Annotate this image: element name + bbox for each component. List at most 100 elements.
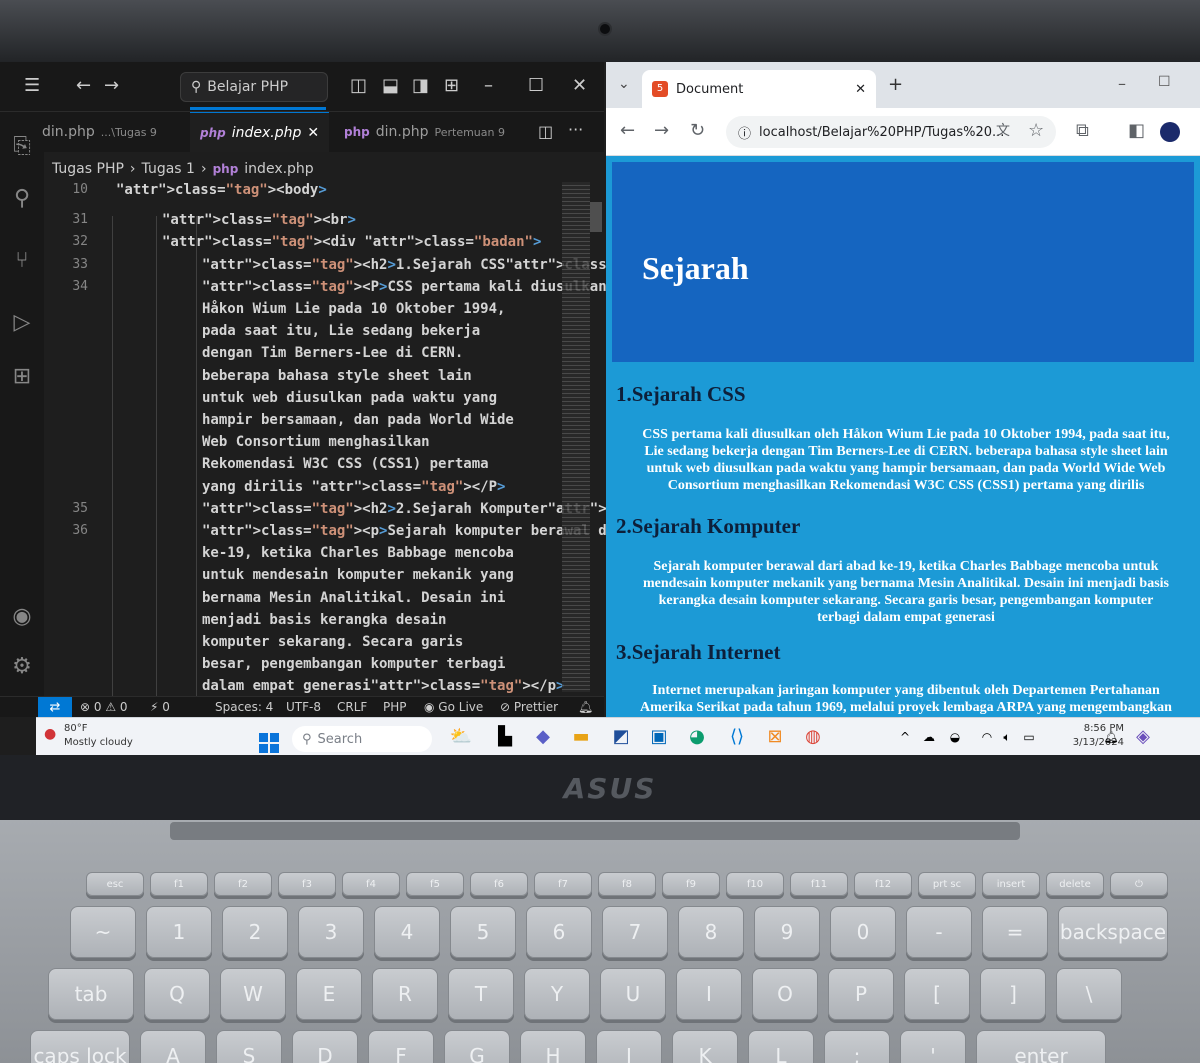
file-explorer-icon[interactable]: ▬ [568,726,594,748]
tray-app-icon[interactable]: ☁ [916,726,942,748]
line-number: 36 [72,523,88,538]
toggle-sidebar-icon[interactable]: ◫ [350,76,367,96]
prettier-button[interactable]: ⊘ Prettier [500,700,558,714]
prettier-check-icon: ⊘ [500,700,514,714]
new-tab-icon[interactable]: + [888,74,903,95]
xampp-icon[interactable]: ⊠ [762,726,788,748]
tray-app-icon[interactable]: ◒ [942,726,968,748]
minimize-icon[interactable]: – [484,76,493,96]
browser-tab-document[interactable]: 5 Document ✕ [642,70,876,108]
run-debug-icon[interactable]: ▷ [4,308,40,338]
split-editor-icon[interactable]: ◫ [538,122,553,141]
code-line: "attr">class="tag"><div "attr">class="ba… [162,234,542,251]
vscode-taskbar-icon[interactable]: ⟨⟩ [724,726,750,748]
menu-icon[interactable]: ☰ [24,76,40,96]
forward-arrow-icon[interactable]: → [104,76,119,96]
weather-widget[interactable]: 80°F Mostly cloudy [64,722,133,750]
tray-chevron-icon[interactable]: ^ [892,726,918,748]
line-number: 35 [72,500,88,516]
toggle-panel-icon[interactable]: ⬓ [382,76,399,96]
tab-hint: ...\Tugas 9 [100,125,157,139]
chrome-icon[interactable]: ◍ [800,726,826,748]
side-panel-icon[interactable]: ◧ [1128,120,1145,142]
translate-icon[interactable]: 文 [996,120,1010,142]
code-line: Håkon Wium Lie pada 10 Oktober 1994, [202,301,506,317]
webcam [598,22,612,36]
keyboard-key: [ [904,968,970,1020]
minimap[interactable] [562,182,590,692]
encoding-indicator[interactable]: UTF-8 [286,700,321,714]
keyboard-key: delete [1046,872,1104,896]
breadcrumb-item[interactable]: Tugas 1 [142,161,195,177]
start-button[interactable] [256,726,282,753]
keyboard-key: - [906,906,972,958]
go-live-button[interactable]: ◉ Go Live [424,700,483,714]
app-icon[interactable]: ◩ [608,726,634,748]
weather-icon[interactable]: ● [44,726,56,742]
battery-icon[interactable]: ▭ [1016,726,1042,748]
language-mode[interactable]: PHP [383,700,407,714]
editor-scrollbar[interactable] [590,202,602,232]
settings-gear-icon[interactable]: ⚙ [4,652,40,682]
keyboard-key: 9 [754,906,820,958]
ports-indicator[interactable]: ⚡ 0 [150,700,170,714]
profile-avatar[interactable] [1160,122,1180,142]
reload-icon[interactable]: ↻ [690,120,705,142]
notification-icon[interactable]: 🔔︎ [1098,726,1124,748]
back-arrow-icon[interactable]: ← [620,120,635,142]
copilot-icon[interactable]: ◈ [1130,726,1156,748]
forward-arrow-icon[interactable]: → [654,120,669,142]
tab-din-php-pertemuan9[interactable]: php din.php Pertemuan 9 [334,112,515,152]
bookmark-star-icon[interactable]: ☆ [1028,120,1044,142]
keyboard-key: O [752,968,818,1020]
tab-index-php[interactable]: php index.php ✕ [190,112,330,152]
keyboard-key: F [368,1030,434,1063]
more-actions-icon[interactable]: ··· [568,120,583,139]
url-text: localhost/Belajar%20PHP/Tugas%20... [759,124,1005,140]
tab-search-icon[interactable]: ⌄ [618,76,630,92]
keyboard-key: esc [86,872,144,896]
keyboard-key: 4 [374,906,440,958]
notifications-bell-icon[interactable]: 🔔︎ [578,700,593,714]
keyboard-key: f9 [662,872,720,896]
customize-layout-icon[interactable]: ⊞ [444,76,459,96]
task-view-icon[interactable]: ▙ [492,726,518,748]
search-view-icon[interactable]: ⚲ [4,184,40,214]
eol-indicator[interactable]: CRLF [337,700,367,714]
keyboard-key: W [220,968,286,1020]
page-title: Sejarah [642,250,749,286]
indentation-indicator[interactable]: Spaces: 4 [215,700,273,714]
problems-indicator[interactable]: ⊗ 0 ⚠ 0 [80,700,128,714]
taskbar-search[interactable]: ⚲ Search [292,726,432,752]
extensions-icon[interactable]: ⊞ [4,362,40,392]
extensions-puzzle-icon[interactable]: ⧉ [1076,120,1089,142]
breadcrumb-item[interactable]: index.php [244,161,313,177]
breadcrumb-item[interactable]: Tugas PHP [52,161,124,177]
back-arrow-icon[interactable]: ← [76,76,91,96]
widgets-icon[interactable]: ⛅ [448,726,474,748]
keyboard-key: 6 [526,906,592,958]
site-info-icon[interactable]: ⓘ [738,123,751,142]
command-center-search[interactable]: ⚲ Belajar PHP [180,72,328,102]
vscode-titlebar: ☰ ← → ⚲ Belajar PHP ◫ ⬓ ◨ ⊞ – ☐ ✕ [0,62,604,112]
source-control-icon[interactable]: ⑂ [4,246,40,276]
maximize-icon[interactable]: ☐ [1158,74,1171,90]
maximize-icon[interactable]: ☐ [528,76,544,96]
code-editor[interactable]: 10 "attr">class="tag"><body> 31 "attr">clas… [44,182,750,697]
code-line: "attr">class="tag"><br> [162,212,356,229]
code-line: hampir bersamaan, dan pada World Wide [202,412,514,428]
minimize-icon[interactable]: – [1118,74,1126,93]
edge-icon[interactable]: ◕ [684,726,710,748]
close-tab-icon[interactable]: ✕ [307,125,319,141]
store-icon[interactable]: ▣ [646,726,672,748]
toggle-secondary-sidebar-icon[interactable]: ◨ [412,76,429,96]
teams-chat-icon[interactable]: ◆ [530,726,556,748]
close-window-icon[interactable]: ✕ [572,76,587,96]
tab-din-php-tugas9[interactable]: din.php ...\Tugas 9 [32,112,167,152]
keyboard-key: R [372,968,438,1020]
remote-indicator-icon[interactable]: ⇄ [38,697,72,718]
keyboard-key: D [292,1030,358,1063]
chevron-right-icon: › [200,161,207,177]
accounts-icon[interactable]: ◉ [4,602,40,632]
close-tab-icon[interactable]: ✕ [855,82,876,97]
